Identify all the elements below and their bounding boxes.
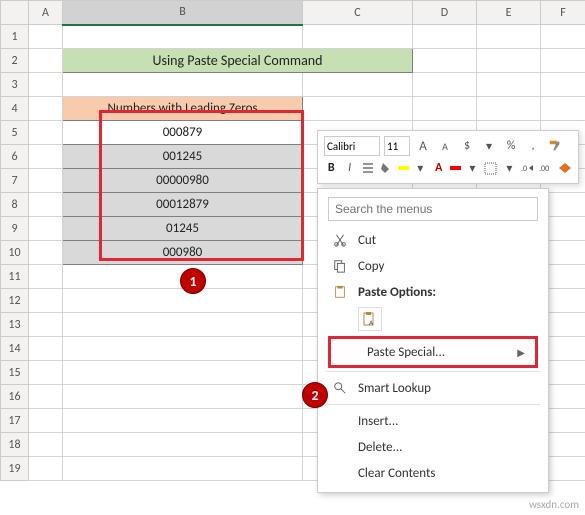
- decimal-increase-icon[interactable]: .00: [539, 159, 553, 177]
- data-cell[interactable]: 001245: [63, 145, 303, 169]
- fill-color-swatch: [398, 166, 409, 170]
- decrease-font-icon[interactable]: A: [436, 137, 454, 155]
- menu-label: Insert...: [358, 414, 534, 429]
- font-name-select[interactable]: [324, 136, 380, 156]
- chevron-down-icon[interactable]: ▾: [502, 159, 516, 177]
- callout-2: 2: [302, 382, 328, 408]
- currency-icon[interactable]: $: [458, 137, 476, 155]
- blank-icon: [341, 344, 357, 360]
- search-icon: [332, 380, 348, 396]
- menu-label: Clear Contents: [358, 466, 534, 481]
- col-header-F[interactable]: F: [541, 1, 585, 25]
- menu-search-box[interactable]: [328, 197, 538, 221]
- row-header[interactable]: 16: [1, 385, 29, 409]
- font-color-swatch: [450, 166, 461, 170]
- col-header-C[interactable]: C: [303, 1, 413, 25]
- row-header[interactable]: 6: [1, 145, 29, 169]
- font-color-icon[interactable]: A: [432, 159, 446, 177]
- svg-text:.0: .0: [521, 164, 527, 174]
- data-cell[interactable]: 000980: [63, 241, 303, 265]
- menu-label: Delete...: [358, 440, 534, 455]
- row-header[interactable]: 10: [1, 241, 29, 265]
- row-header[interactable]: 12: [1, 289, 29, 313]
- format-cells-icon[interactable]: [557, 159, 571, 177]
- menu-paste-options-header: Paste Options:: [322, 279, 544, 305]
- callout-1: 1: [180, 268, 206, 294]
- row-header[interactable]: 5: [1, 121, 29, 145]
- increase-font-icon[interactable]: A: [414, 137, 432, 155]
- align-icon[interactable]: [361, 159, 375, 177]
- row-header[interactable]: 14: [1, 337, 29, 361]
- context-menu: Cut Copy Paste Options: A Paste Special.…: [317, 188, 549, 493]
- italic-button[interactable]: I: [342, 159, 356, 177]
- row-header[interactable]: 17: [1, 409, 29, 433]
- table-header-cell[interactable]: Numbers with Leading Zeros: [63, 97, 303, 121]
- svg-text:.00: .00: [539, 164, 549, 174]
- decimal-decrease-icon[interactable]: .0: [521, 159, 535, 177]
- menu-separator: [326, 371, 540, 372]
- blank-icon: [332, 465, 348, 481]
- clipboard-icon: [332, 284, 348, 300]
- chevron-down-icon[interactable]: ▾: [465, 159, 479, 177]
- borders-icon[interactable]: [484, 159, 498, 177]
- row-header[interactable]: 3: [1, 73, 29, 97]
- col-header-B[interactable]: B: [63, 1, 303, 25]
- menu-label: Paste Options:: [358, 285, 534, 300]
- percent-icon[interactable]: %: [502, 137, 520, 155]
- fill-color-icon[interactable]: [379, 159, 393, 177]
- row-header[interactable]: 19: [1, 457, 29, 481]
- menu-copy[interactable]: Copy: [322, 253, 544, 279]
- data-cell[interactable]: 000879: [63, 121, 303, 145]
- format-painter-icon[interactable]: [546, 137, 564, 155]
- blank-icon: [332, 439, 348, 455]
- chevron-down-icon[interactable]: ▾: [413, 159, 427, 177]
- menu-delete[interactable]: Delete...: [322, 434, 544, 460]
- row-header[interactable]: 8: [1, 193, 29, 217]
- col-header-E[interactable]: E: [477, 1, 541, 25]
- copy-icon: [332, 258, 348, 274]
- col-header-A[interactable]: A: [29, 1, 63, 25]
- data-cell[interactable]: 00000980: [63, 169, 303, 193]
- chevron-down-icon[interactable]: ▾: [480, 137, 498, 155]
- cut-icon: [332, 232, 348, 248]
- row-header[interactable]: 9: [1, 217, 29, 241]
- menu-search-input[interactable]: [328, 197, 538, 221]
- col-header-D[interactable]: D: [413, 1, 477, 25]
- row-header[interactable]: 15: [1, 361, 29, 385]
- row-header[interactable]: 1: [1, 25, 29, 49]
- data-cell[interactable]: 01245: [63, 217, 303, 241]
- row-header[interactable]: 7: [1, 169, 29, 193]
- row-header[interactable]: 4: [1, 97, 29, 121]
- row-header[interactable]: 18: [1, 433, 29, 457]
- menu-insert[interactable]: Insert...: [322, 408, 544, 434]
- menu-separator: [326, 404, 540, 405]
- menu-cut[interactable]: Cut: [322, 227, 544, 253]
- blank-icon: [332, 413, 348, 429]
- watermark: wsxdn.com: [529, 498, 579, 511]
- chevron-right-icon: ▶: [517, 346, 525, 359]
- select-all-corner[interactable]: [1, 1, 29, 25]
- menu-paste-special[interactable]: Paste Special... ▶: [328, 336, 538, 368]
- data-cell[interactable]: 00012879: [63, 193, 303, 217]
- comma-icon[interactable]: ,: [524, 137, 542, 155]
- row-header[interactable]: 13: [1, 313, 29, 337]
- bold-button[interactable]: B: [324, 159, 338, 177]
- menu-label: Cut: [358, 233, 534, 248]
- menu-label: Smart Lookup: [358, 381, 534, 396]
- font-size-select[interactable]: [384, 136, 410, 156]
- menu-label: Paste Special...: [367, 345, 507, 360]
- row-header[interactable]: 11: [1, 265, 29, 289]
- row-header[interactable]: 2: [1, 49, 29, 73]
- menu-smart-lookup[interactable]: Smart Lookup: [322, 375, 544, 401]
- paste-default-icon[interactable]: A: [358, 307, 382, 331]
- menu-label: Copy: [358, 259, 534, 274]
- mini-toolbar: A A $ ▾ % , B I ▾ A ▾ ▾ .0 .00: [317, 130, 579, 184]
- title-cell[interactable]: Using Paste Special Command: [63, 49, 413, 73]
- menu-clear-contents[interactable]: Clear Contents: [322, 460, 544, 486]
